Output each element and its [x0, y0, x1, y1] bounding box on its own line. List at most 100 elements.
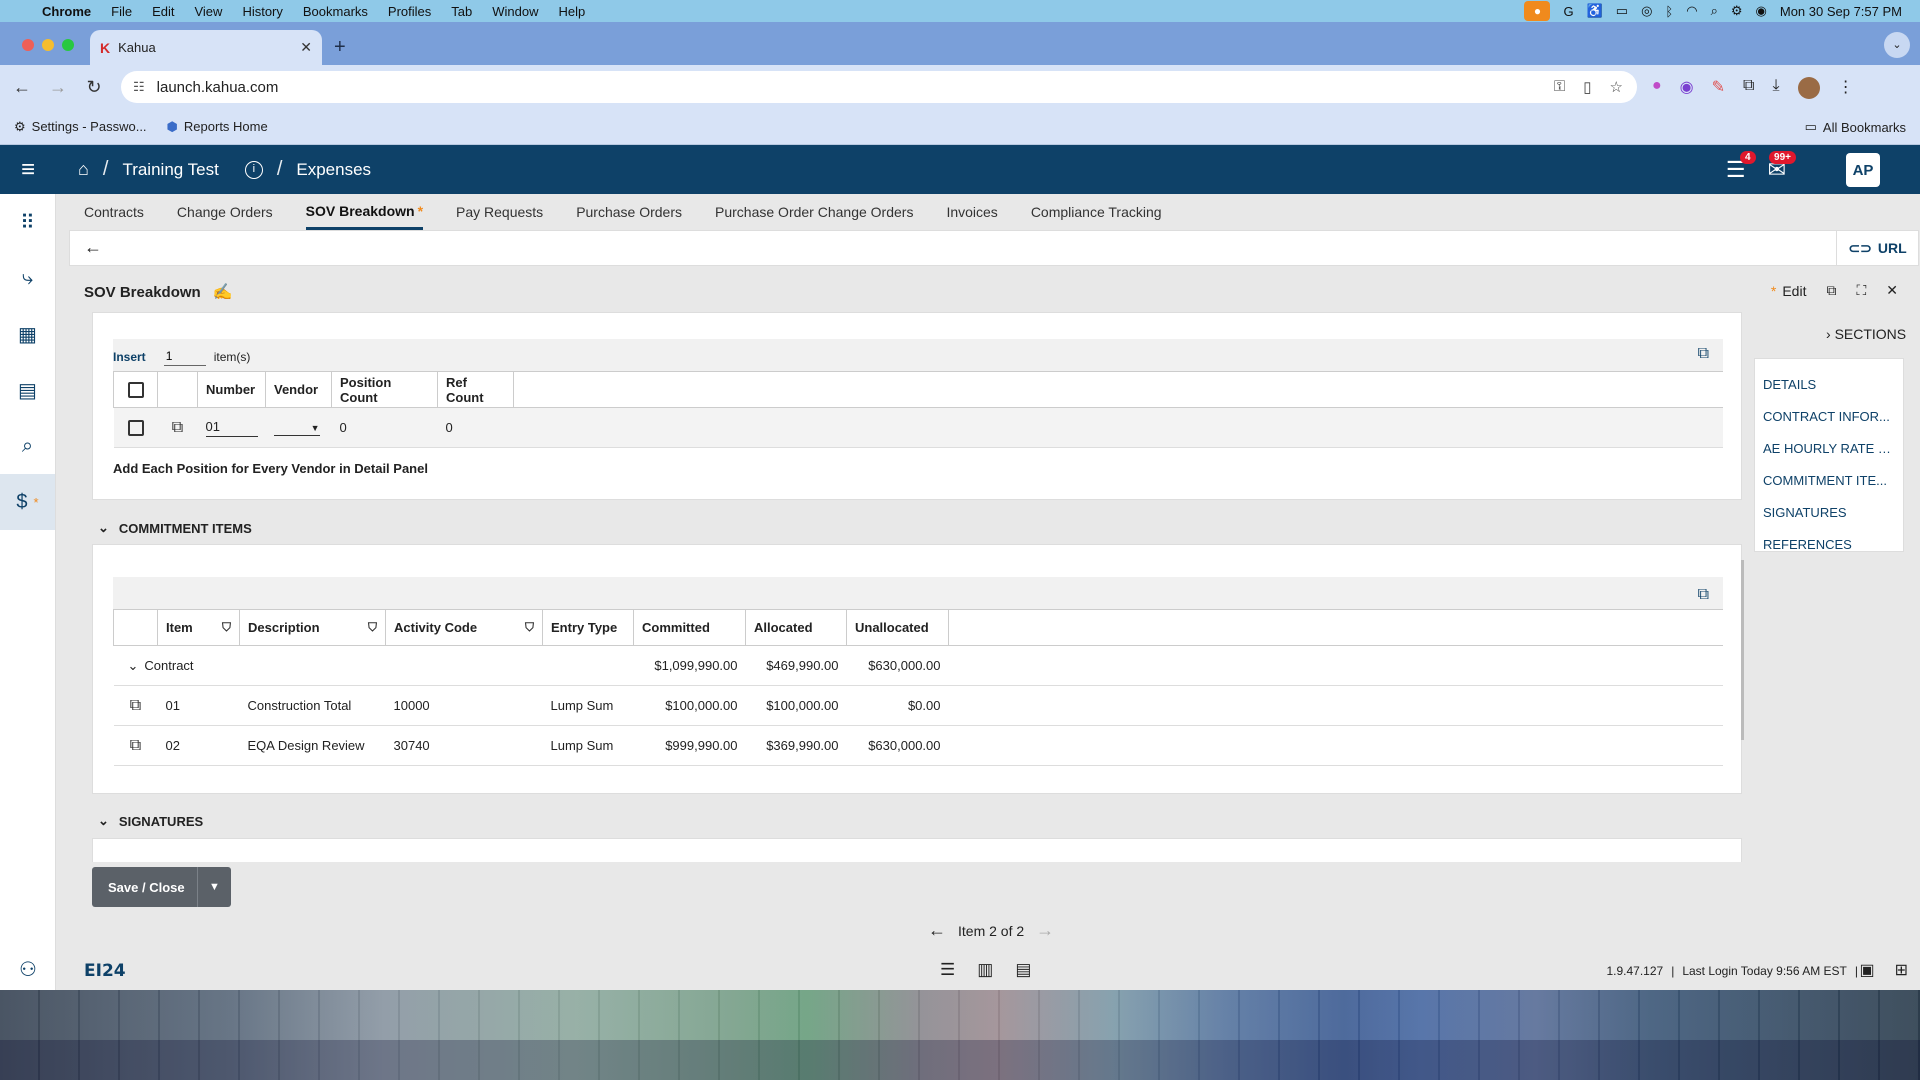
bookmark-star-icon[interactable]: ☆: [1610, 78, 1623, 96]
signatures-header[interactable]: ⌄ SIGNATURES: [98, 813, 203, 829]
calendar-icon[interactable]: ▤: [0, 362, 55, 418]
edit-row-icon[interactable]: ⧉: [113, 725, 158, 766]
menu-bookmarks[interactable]: Bookmarks: [293, 4, 378, 19]
menu-tab[interactable]: Tab: [441, 4, 482, 19]
section-link-references[interactable]: REFERENCES: [1755, 529, 1903, 561]
add-people-icon[interactable]: ⚇: [0, 957, 56, 982]
open-external-icon[interactable]: ⧉: [1698, 586, 1709, 604]
hamburger-menu-icon[interactable]: ≡: [0, 156, 56, 184]
section-link-signatures[interactable]: SIGNATURES: [1755, 497, 1903, 529]
sections-toggle[interactable]: › SECTIONS: [1826, 326, 1906, 342]
menu-history[interactable]: History: [232, 4, 292, 19]
tab-sov-breakdown[interactable]: SOV Breakdown *: [305, 194, 424, 230]
close-icon[interactable]: ✕: [1886, 282, 1898, 299]
insert-button[interactable]: Insert: [113, 350, 146, 364]
tab-po-change-orders[interactable]: Purchase Order Change Orders: [715, 194, 913, 230]
messages-envelope-icon[interactable]: ✉ 99+: [1768, 151, 1796, 183]
table-row[interactable]: ⧉ 01 Construction Total 10000 Lump Sum $…: [113, 685, 1723, 726]
previous-record-icon[interactable]: ←: [928, 920, 946, 941]
section-link-ae-hourly-rate[interactable]: AE HOURLY RATE S...: [1755, 433, 1903, 465]
tasks-clipboard-icon[interactable]: ☰ 4: [1726, 151, 1756, 183]
new-tab-icon[interactable]: +: [334, 36, 346, 59]
control-center-icon[interactable]: ⚙: [1731, 3, 1743, 19]
tab-contracts[interactable]: Contracts: [84, 194, 144, 230]
scrollbar[interactable]: [1741, 560, 1744, 740]
breadcrumb-project[interactable]: Training Test: [122, 160, 218, 180]
filter-icon[interactable]: ⛉: [368, 620, 377, 635]
screen-recorder-icon[interactable]: ◉: [1680, 77, 1694, 99]
all-bookmarks[interactable]: ▭ All Bookmarks: [1805, 119, 1906, 135]
back-arrow-icon[interactable]: ←: [84, 237, 102, 258]
save-close-button[interactable]: Save / Close ▼: [92, 867, 231, 907]
tab-purchase-orders[interactable]: Purchase Orders: [576, 194, 682, 230]
menu-profiles[interactable]: Profiles: [378, 4, 441, 19]
capture-extension-icon[interactable]: ✎: [1712, 77, 1725, 99]
apps-grid-icon[interactable]: ⠿: [0, 194, 55, 250]
edit-row-icon[interactable]: ⧉: [157, 407, 198, 448]
tab-change-orders[interactable]: Change Orders: [177, 194, 273, 230]
column-header-position-count[interactable]: Position Count: [331, 371, 438, 408]
save-options-dropdown-icon[interactable]: ▼: [197, 867, 231, 907]
bookmark-reports-home[interactable]: ⬢ Reports Home: [167, 119, 268, 135]
site-info-icon[interactable]: ☷: [133, 79, 145, 95]
close-window-icon[interactable]: [22, 39, 34, 51]
menu-file[interactable]: File: [101, 4, 142, 19]
section-link-contract-info[interactable]: CONTRACT INFOR...: [1755, 401, 1903, 433]
column-header-item[interactable]: Item ⛉: [157, 609, 240, 646]
user-avatar[interactable]: AP: [1846, 153, 1880, 187]
section-link-details[interactable]: DETAILS: [1755, 369, 1903, 401]
detail-view-icon[interactable]: ▤: [1015, 960, 1031, 980]
menu-app-chrome[interactable]: Chrome: [38, 4, 101, 19]
calendar-icon[interactable]: ▣: [1859, 960, 1874, 980]
dashboard-icon[interactable]: ▦: [0, 306, 55, 362]
open-external-icon[interactable]: ⧉: [1698, 345, 1709, 363]
siri-icon[interactable]: ◉: [1756, 3, 1767, 19]
row-checkbox[interactable]: [127, 419, 144, 436]
column-header-ref-count[interactable]: Ref Count: [437, 371, 514, 408]
menu-window[interactable]: Window: [482, 4, 548, 19]
column-header-vendor[interactable]: Vendor: [265, 371, 332, 408]
tab-close-icon[interactable]: ✕: [300, 39, 312, 56]
menu-edit[interactable]: Edit: [142, 4, 184, 19]
microphone-icon[interactable]: ●: [1524, 1, 1551, 21]
list-view-icon[interactable]: ☰: [940, 960, 955, 980]
number-input[interactable]: 01: [205, 419, 258, 437]
breadcrumb-module[interactable]: Expenses: [296, 160, 371, 180]
table-row[interactable]: ⧉ 01 ▼ 0 0: [113, 407, 1723, 448]
tab-search-icon[interactable]: ⌄: [1884, 32, 1910, 58]
address-bar[interactable]: ☷ launch.kahua.com ⚿ ▯ ☆: [121, 71, 1637, 103]
profile-avatar[interactable]: [1797, 77, 1820, 99]
extensions-puzzle-icon[interactable]: ⧉: [1743, 77, 1754, 99]
chrome-menu-icon[interactable]: ⋮: [1838, 77, 1854, 99]
chevron-down-icon[interactable]: ⌄: [128, 658, 139, 673]
airdrop-icon[interactable]: ◎: [1641, 3, 1652, 19]
url-button[interactable]: ⊂⊃ URL: [1836, 231, 1918, 265]
bluetooth-icon[interactable]: ᛒ: [1665, 4, 1673, 19]
spotlight-icon[interactable]: ⌕: [1711, 3, 1718, 19]
zoom-window-icon[interactable]: [62, 39, 74, 51]
split-view-icon[interactable]: ▥: [977, 960, 993, 980]
bookmark-settings[interactable]: ⚙ Settings - Passwo...: [14, 119, 147, 135]
filter-icon[interactable]: ⛉: [525, 620, 534, 635]
commitment-items-header[interactable]: ⌄ COMMITMENT ITEMS: [98, 520, 252, 536]
menu-help[interactable]: Help: [549, 4, 596, 19]
insert-count-input[interactable]: [163, 347, 206, 366]
column-header-committed[interactable]: Committed: [633, 609, 746, 646]
vendor-select[interactable]: ▼: [273, 423, 320, 436]
tab-invoices[interactable]: Invoices: [946, 194, 997, 230]
windows-icon[interactable]: ⊞: [1895, 960, 1908, 980]
grammarly-icon[interactable]: G: [1563, 4, 1573, 19]
browser-tab[interactable]: K Kahua ✕: [90, 30, 322, 65]
select-all-checkbox[interactable]: [127, 381, 144, 398]
column-header-number[interactable]: Number: [197, 371, 266, 408]
forward-icon[interactable]: →: [40, 77, 76, 98]
column-header-entry-type[interactable]: Entry Type: [542, 609, 634, 646]
minimize-window-icon[interactable]: [42, 39, 54, 51]
search-icon[interactable]: ⌕: [0, 418, 55, 474]
accessibility-icon[interactable]: ♿: [1587, 3, 1603, 19]
edit-row-icon[interactable]: ⧉: [113, 685, 158, 726]
color-extension-icon[interactable]: ●: [1652, 77, 1662, 99]
expand-icon[interactable]: ⛶: [1856, 282, 1866, 299]
password-key-icon[interactable]: ⚿: [1554, 78, 1565, 96]
copy-icon[interactable]: ⧉: [1826, 282, 1836, 299]
